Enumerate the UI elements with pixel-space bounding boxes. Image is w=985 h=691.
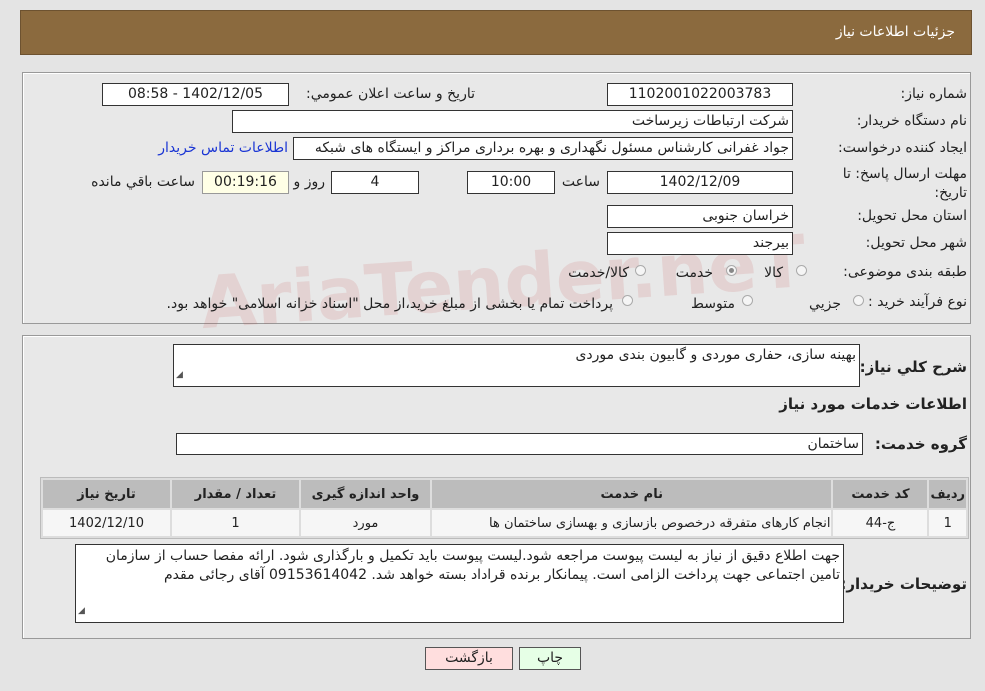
resize-grip-icon[interactable]: ◢	[176, 365, 183, 385]
category-radio-goods[interactable]	[796, 265, 807, 276]
buyer-contact-link[interactable]: اطلاعات تماس خریدار	[158, 140, 288, 156]
buyer-desc-text: جهت اطلاع دقیق از نیاز به لیست پیوست مرا…	[105, 548, 840, 583]
service-group-label: گروه خدمت:	[874, 435, 967, 453]
col-qty: تعداد / مقدار	[172, 480, 299, 508]
creator-label: ایجاد کننده درخواست:	[838, 140, 967, 156]
category-radio-service[interactable]	[726, 265, 737, 276]
province-label: استان محل تحویل:	[857, 208, 967, 224]
process-label: نوع فرآیند خرید :	[868, 294, 967, 310]
cell-unit: مورد	[301, 510, 430, 536]
category-option-service: خدمت	[675, 265, 713, 281]
col-name: نام خدمت	[432, 480, 832, 508]
page-header: جزئیات اطلاعات نیاز	[20, 10, 972, 55]
need-number-field: 1102001022003783	[607, 83, 793, 106]
cell-row: 1	[929, 510, 966, 536]
remaining-label: ساعت باقي مانده	[91, 174, 195, 190]
back-button[interactable]: بازگشت	[425, 647, 513, 670]
need-number-label: شماره نیاز:	[900, 86, 968, 102]
city-field: بیرجند	[607, 232, 793, 255]
days-field: 4	[331, 171, 419, 194]
creator-field: جواد غفرانی کارشناس مسئول نگهداری و بهره…	[293, 137, 793, 160]
buyer-desc-textarea[interactable]: جهت اطلاع دقیق از نیاز به لیست پیوست مرا…	[75, 544, 844, 623]
process-radio-minor[interactable]	[853, 295, 864, 306]
col-date: تاریخ نیاز	[43, 480, 170, 508]
process-option-minor: جزيي	[809, 296, 841, 312]
deadline-label: مهلت ارسال پاسخ: تا تاریخ:	[842, 166, 967, 201]
category-option-goods-service: کالا/خدمت	[568, 265, 629, 281]
summary-label: شرح کلي نیاز:	[859, 358, 967, 376]
table-header-row: ردیف کد خدمت نام خدمت واحد اندازه گیری ت…	[43, 480, 966, 508]
summary-text: بهینه سازی، حفاری موردی و گابیون بندی مو…	[575, 347, 856, 363]
process-radio-medium[interactable]	[742, 295, 753, 306]
cell-date: 1402/12/10	[43, 510, 170, 536]
category-option-goods: کالا	[764, 265, 783, 281]
city-label: شهر محل تحویل:	[865, 235, 967, 251]
col-code: کد خدمت	[833, 480, 928, 508]
deadline-date-field: 1402/12/09	[607, 171, 793, 194]
announce-field: 1402/12/05 - 08:58	[102, 83, 289, 106]
cell-qty: 1	[172, 510, 299, 536]
buyer-desc-label: توضیحات خریدار:	[840, 575, 967, 593]
buyer-field: شرکت ارتباطات زیرساخت	[232, 110, 793, 133]
summary-textarea[interactable]: بهینه سازی، حفاری موردی و گابیون بندی مو…	[173, 344, 860, 387]
announce-label: تاریخ و ساعت اعلان عمومي:	[306, 86, 475, 102]
table-row: 1 ج-44 انجام کارهای متفرقه درخصوص بازساز…	[43, 510, 966, 536]
process-note: پرداخت تمام یا بخشی از مبلغ خرید،از محل …	[166, 296, 613, 312]
deadline-time-label: ساعت	[561, 174, 600, 190]
resize-grip-icon[interactable]: ◢	[78, 602, 85, 621]
print-button[interactable]: چاپ	[519, 647, 581, 670]
process-option-medium: متوسط	[691, 296, 735, 312]
cell-code: ج-44	[833, 510, 928, 536]
deadline-time-field: 10:00	[467, 171, 555, 194]
remaining-time-field: 00:19:16	[202, 171, 289, 194]
cell-name: انجام کارهای متفرقه درخصوص بازسازی و بهس…	[432, 510, 832, 536]
page-title: جزئیات اطلاعات نیاز	[835, 24, 955, 40]
process-checkbox-treasury[interactable]	[622, 295, 633, 306]
col-unit: واحد اندازه گیری	[301, 480, 430, 508]
category-label: طبقه بندی موضوعی:	[843, 264, 967, 280]
service-group-field: ساختمان	[176, 433, 863, 455]
days-label: روز و	[293, 174, 326, 190]
category-radio-goods-service[interactable]	[635, 265, 646, 276]
services-title: اطلاعات خدمات مورد نیاز	[779, 395, 967, 413]
buyer-label: نام دستگاه خریدار:	[856, 113, 967, 129]
province-field: خراسان جنوبی	[607, 205, 793, 228]
col-row: ردیف	[929, 480, 966, 508]
services-table: ردیف کد خدمت نام خدمت واحد اندازه گیری ت…	[40, 477, 969, 539]
